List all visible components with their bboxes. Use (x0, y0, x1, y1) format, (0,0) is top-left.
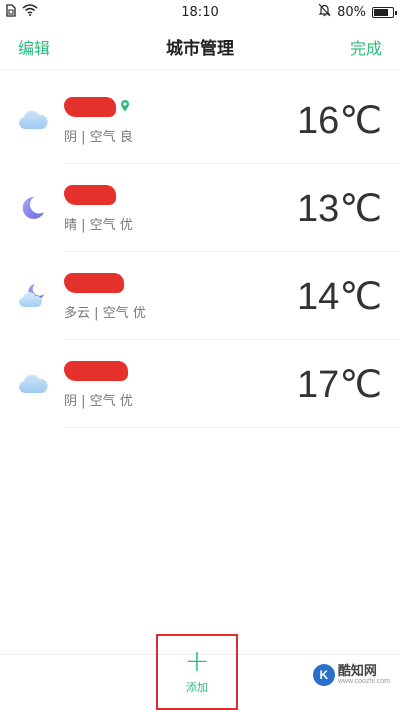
weather-condition: 多云 (64, 305, 91, 321)
city-row[interactable]: 阴 | 空气 良 16℃ (0, 76, 400, 164)
weather-condition: 晴 (64, 217, 78, 233)
status-time: 18:10 (181, 4, 219, 20)
city-name-line (64, 184, 297, 206)
weather-condition: 阴 (64, 129, 78, 145)
city-name-redacted (64, 272, 124, 293)
city-name-line (64, 96, 297, 118)
city-name-redacted (64, 96, 116, 117)
status-right: 80% (254, 3, 397, 21)
moon-cloud-icon (0, 283, 64, 309)
city-info: 阴 | 空气 优 (64, 360, 297, 409)
watermark: K 酷知网 www.coozhi.com (312, 664, 390, 686)
city-weather-line: 晴 | 空气 优 (64, 214, 297, 233)
done-button[interactable]: 完成 (350, 35, 382, 59)
plus-icon: + (184, 644, 210, 679)
air-label: 空气 (89, 129, 116, 145)
add-city-button[interactable]: + 添加 (156, 634, 238, 710)
watermark-logo-icon: K (312, 664, 335, 686)
air-quality: 良 (119, 129, 133, 145)
battery-icon (372, 6, 397, 18)
separator: | (81, 393, 90, 409)
watermark-url: www.coozhi.com (337, 678, 390, 685)
location-pin-icon (120, 97, 130, 116)
edit-button[interactable]: 编辑 (18, 35, 50, 59)
status-bar: 18:10 80% (0, 0, 400, 24)
status-left (6, 3, 146, 21)
city-name-redacted (64, 184, 116, 205)
air-quality: 优 (132, 305, 146, 321)
air-quality: 优 (119, 393, 133, 409)
separator: | (94, 305, 103, 321)
cloud-icon (0, 373, 64, 395)
watermark-text: 酷知网 www.coozhi.com (338, 665, 390, 685)
city-info: 阴 | 空气 良 (64, 96, 297, 145)
city-name-line (64, 360, 297, 382)
city-row[interactable]: 多云 | 空气 优 14℃ (0, 252, 400, 340)
city-name-redacted (64, 360, 128, 381)
air-label: 空气 (89, 393, 116, 409)
city-temperature: 16℃ (297, 99, 382, 142)
city-temperature: 13℃ (297, 187, 382, 230)
city-row[interactable]: 晴 | 空气 优 13℃ (0, 164, 400, 252)
air-label: 空气 (89, 217, 116, 233)
wifi-icon (22, 4, 38, 20)
moon-icon (0, 195, 64, 221)
battery-fill (374, 8, 389, 16)
city-temperature: 17℃ (297, 363, 382, 406)
air-label: 空气 (102, 305, 129, 321)
mute-bell-icon (318, 3, 331, 21)
add-label: 添加 (186, 681, 208, 694)
nav-bar: 城市管理 编辑 完成 (0, 24, 400, 70)
separator: | (81, 217, 90, 233)
separator: | (81, 129, 90, 145)
city-list: 阴 | 空气 良 16℃ 晴 | 空气 优 13℃ 多云 | 空气 优 14℃ … (0, 76, 400, 428)
sim-icon (6, 3, 16, 21)
city-info: 多云 | 空气 优 (64, 272, 297, 321)
page-title: 城市管理 (166, 39, 234, 59)
city-weather-line: 阴 | 空气 良 (64, 126, 297, 145)
city-weather-line: 阴 | 空气 优 (64, 390, 297, 409)
city-name-line (64, 272, 297, 294)
weather-condition: 阴 (64, 393, 78, 409)
watermark-name: 酷知网 (337, 664, 377, 679)
air-quality: 优 (119, 217, 133, 233)
battery-text: 80% (337, 4, 366, 20)
city-temperature: 14℃ (297, 275, 382, 318)
cloud-icon (0, 109, 64, 131)
city-row[interactable]: 阴 | 空气 优 17℃ (0, 340, 400, 428)
city-weather-line: 多云 | 空气 优 (64, 302, 297, 321)
city-info: 晴 | 空气 优 (64, 184, 297, 233)
